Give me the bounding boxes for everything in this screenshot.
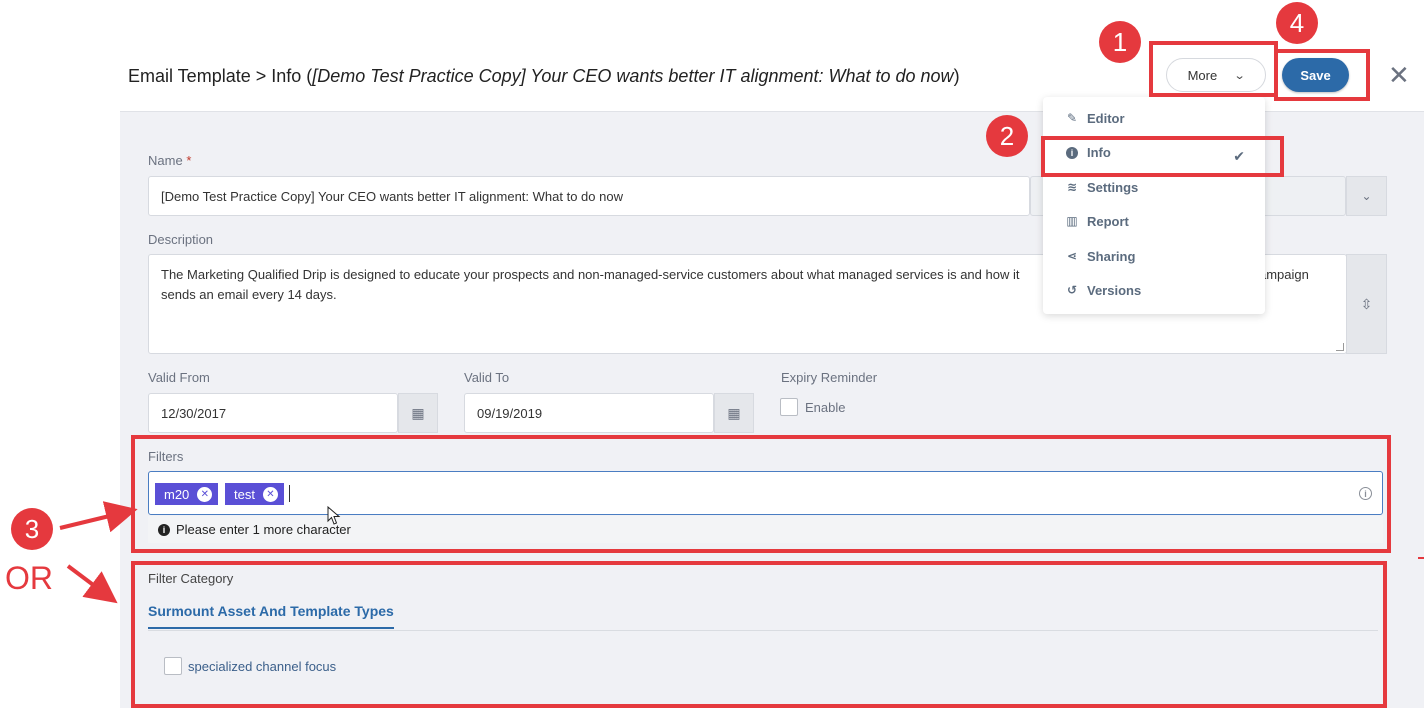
arrow-to-filter-category (66, 564, 118, 604)
annotation-arrows (59, 501, 1424, 604)
arrow-to-filters (59, 501, 138, 533)
